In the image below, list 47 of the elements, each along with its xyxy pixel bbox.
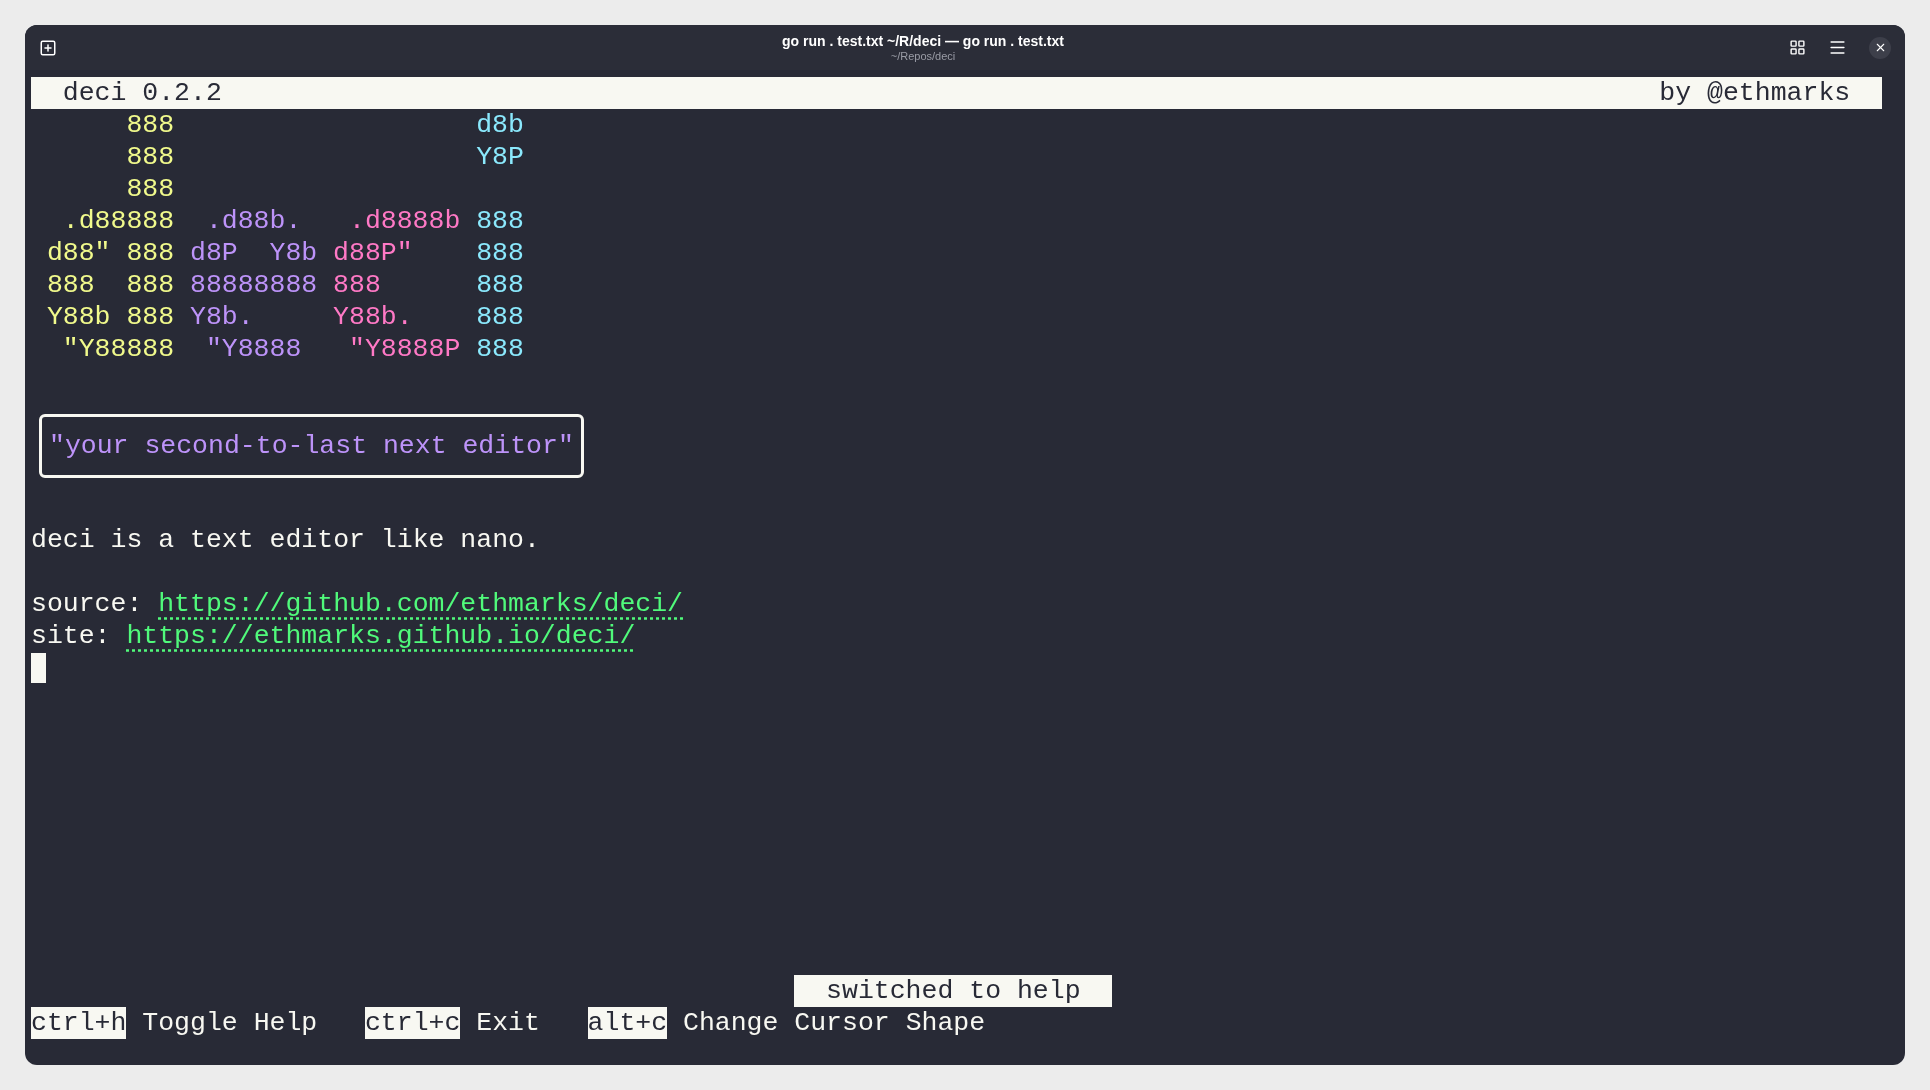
ascii-logo-text: d88" 888 (46, 238, 175, 268)
url-link[interactable]: https://github.com/ethmarks/deci/ (158, 588, 683, 620)
ascii-logo-text: "Y88888 (62, 334, 175, 364)
ascii-logo-text: 888 888 (46, 270, 175, 300)
ascii-logo-text: 888 (476, 334, 524, 364)
ascii-logo-text: 888 (126, 142, 175, 172)
ascii-logo-text: Y88b. (333, 302, 413, 332)
text-cursor (31, 653, 46, 683)
url-link[interactable]: https://ethmarks.github.io/deci/ (126, 620, 636, 652)
menu-icon[interactable] (1828, 38, 1847, 57)
ascii-logo-text: 888 (476, 206, 524, 236)
ascii-logo-text: 888 (476, 270, 524, 300)
description: deci is a text editor like nano. (31, 524, 541, 556)
shortcut-action: Toggle Help (142, 1007, 318, 1039)
status-message: switched to help (794, 975, 1113, 1007)
ascii-logo-text: Y88b 888 (46, 302, 175, 332)
ascii-logo-text: 88888888 (190, 270, 318, 300)
ascii-logo-text: "Y8888P (348, 334, 461, 364)
ascii-logo-text: Y8b. (190, 302, 254, 332)
ascii-logo-text: 888 (333, 270, 381, 300)
ascii-logo-text: "Y8888 (204, 334, 302, 364)
tagline: "your second-to-last next editor" (49, 431, 574, 461)
link-label: site: (31, 620, 111, 652)
new-tab-icon[interactable] (39, 38, 57, 57)
shortcut-key: ctrl+c (364, 1007, 461, 1039)
ascii-logo-text: 888 (126, 110, 175, 140)
shortcut-key: ctrl+h (31, 1007, 127, 1039)
ascii-logo-text: 888 (476, 238, 524, 268)
shortcut-key: alt+c (587, 1007, 668, 1039)
ascii-logo-text: .d8888b (348, 206, 461, 236)
ascii-logo-text: d8P Y8b (190, 238, 318, 268)
ascii-logo-text: 888 (476, 302, 524, 332)
author-credit: by @ethmarks (1659, 77, 1851, 109)
window-subtitle: ~/Repos/deci (890, 49, 956, 63)
shortcut-action: Exit (476, 1007, 540, 1039)
shortcut-action: Change Cursor Shape (683, 1007, 986, 1039)
link-label: source: (31, 588, 143, 620)
app-version: deci 0.2.2 (62, 77, 222, 109)
ascii-logo-text: Y8P (476, 142, 524, 172)
close-button[interactable] (1869, 36, 1891, 59)
ascii-logo-text: .d88b. (204, 206, 302, 236)
ascii-logo-text: d88P" (333, 238, 413, 268)
ascii-logo-text: .d88888 (62, 206, 175, 236)
ascii-logo-text: d8b (476, 110, 524, 140)
window-title: go run . test.txt ~/R/deci — go run . test.txt (782, 32, 1064, 50)
grid-icon[interactable] (1789, 39, 1806, 56)
ascii-logo-text: 888 (126, 174, 175, 204)
